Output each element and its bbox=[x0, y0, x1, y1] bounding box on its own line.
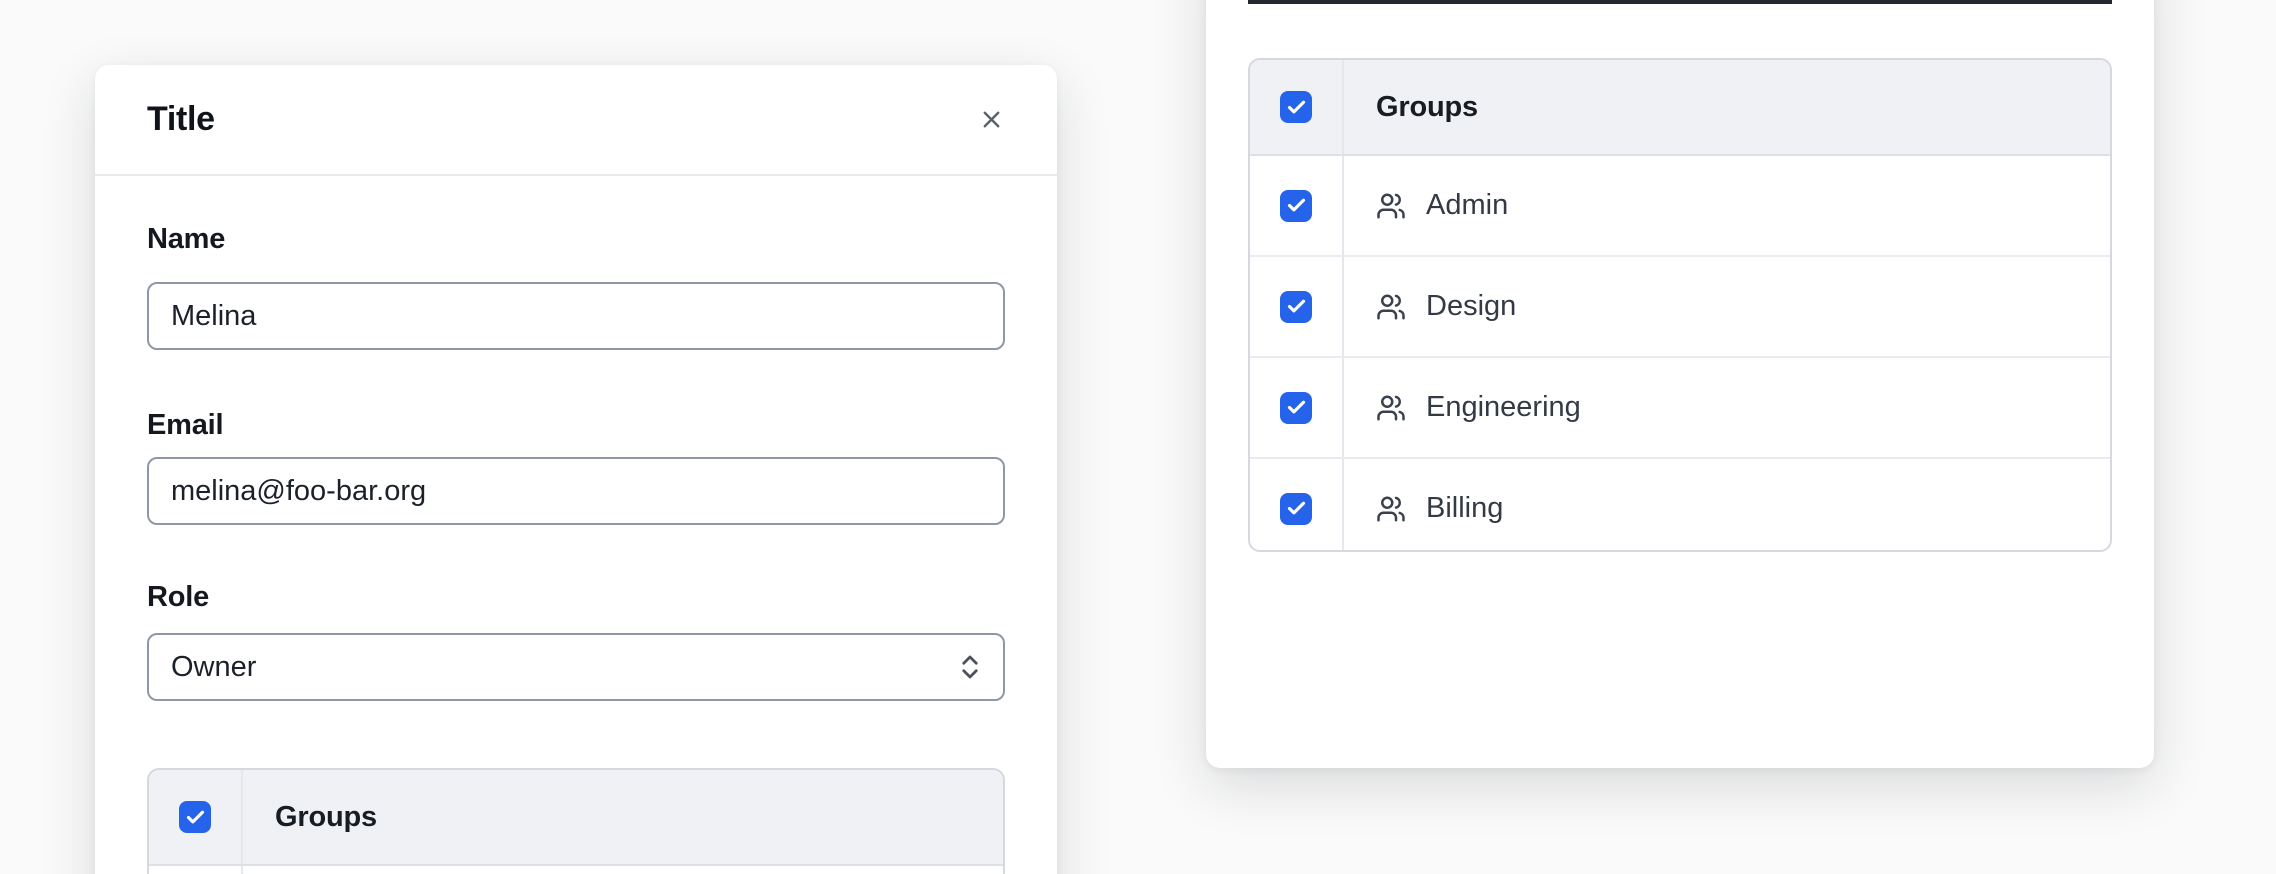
group-row-label: Engineering bbox=[1426, 391, 1581, 424]
groups-header-label: Groups bbox=[243, 770, 1003, 864]
check-icon bbox=[1286, 397, 1307, 418]
table-row bbox=[149, 866, 1003, 874]
check-icon bbox=[1286, 195, 1307, 216]
groups-header-label: Groups bbox=[1344, 60, 2110, 154]
email-label: Email bbox=[147, 408, 223, 442]
email-input[interactable] bbox=[147, 457, 1005, 525]
group-row-label: Billing bbox=[1426, 492, 1503, 525]
modal-title: Title bbox=[147, 100, 215, 139]
row-checkbox[interactable] bbox=[1280, 392, 1312, 424]
row-checkbox[interactable] bbox=[1280, 291, 1312, 323]
check-icon bbox=[1286, 97, 1307, 118]
header-checkbox-cell bbox=[1250, 60, 1344, 154]
users-icon bbox=[1376, 494, 1406, 524]
group-row-label: Design bbox=[1426, 290, 1516, 323]
users-icon bbox=[1376, 191, 1406, 221]
users-icon bbox=[1376, 292, 1406, 322]
cutoff-element-edge bbox=[1248, 0, 2112, 4]
groups-table-left: Groups bbox=[147, 768, 1005, 874]
users-icon bbox=[1376, 393, 1406, 423]
select-all-checkbox[interactable] bbox=[1280, 91, 1312, 123]
group-row-engineering: Engineering bbox=[1250, 356, 2110, 457]
check-icon bbox=[185, 807, 206, 828]
name-input[interactable] bbox=[147, 282, 1005, 350]
role-select-value: Owner bbox=[171, 651, 256, 684]
chevrons-up-down-icon bbox=[955, 652, 985, 682]
groups-table-header-row: Groups bbox=[149, 770, 1003, 866]
group-row-label: Admin bbox=[1426, 189, 1508, 222]
row-checkbox[interactable] bbox=[1280, 493, 1312, 525]
left-modal-dialog: Title Name Email Role Owner bbox=[95, 65, 1057, 874]
select-all-checkbox[interactable] bbox=[179, 801, 211, 833]
screen: Title Name Email Role Owner bbox=[0, 0, 2276, 874]
row-checkbox[interactable] bbox=[1280, 190, 1312, 222]
close-icon bbox=[978, 106, 1005, 133]
group-row-design: Design bbox=[1250, 255, 2110, 356]
groups-table-header-row: Groups bbox=[1250, 60, 2110, 156]
close-button[interactable] bbox=[969, 98, 1013, 142]
group-row-admin: Admin bbox=[1250, 156, 2110, 255]
modal-header: Title bbox=[95, 65, 1057, 176]
group-row-billing: Billing bbox=[1250, 457, 2110, 552]
name-label: Name bbox=[147, 222, 225, 256]
right-panel-dialog: Groups bbox=[1206, 0, 2154, 768]
check-icon bbox=[1286, 498, 1307, 519]
header-checkbox-cell bbox=[149, 770, 243, 864]
groups-table-right: Groups bbox=[1248, 58, 2112, 552]
check-icon bbox=[1286, 296, 1307, 317]
role-select[interactable]: Owner bbox=[147, 633, 1005, 701]
role-label: Role bbox=[147, 580, 209, 614]
